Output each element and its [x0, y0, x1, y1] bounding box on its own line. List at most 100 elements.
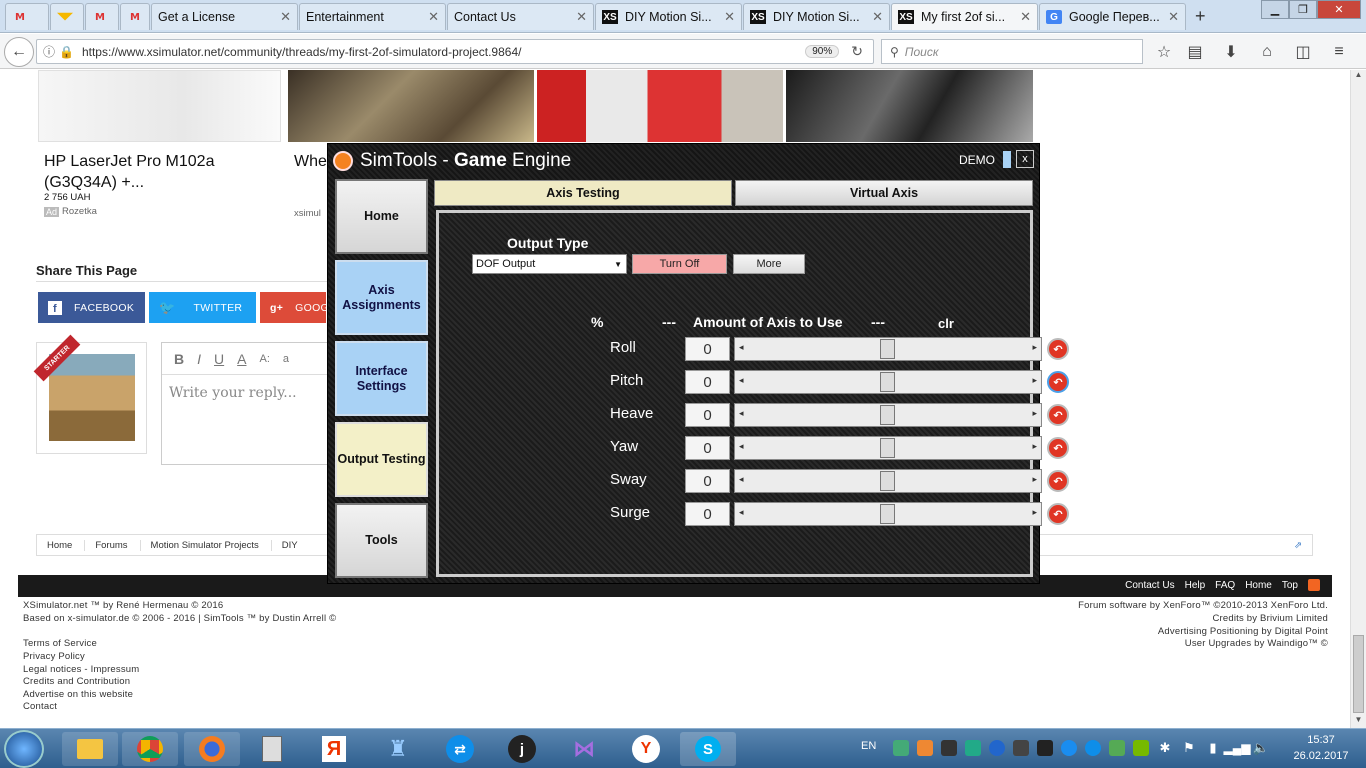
slider-thumb[interactable] [880, 438, 895, 458]
close-tab-icon[interactable]: ✕ [280, 9, 291, 25]
italic-button[interactable]: I [197, 351, 201, 367]
footer-link-privacy[interactable]: Privacy Policy [23, 651, 85, 662]
external-link-icon[interactable]: ⇗ [1294, 540, 1302, 551]
slider-left-arrow-icon[interactable]: ◂ [739, 507, 744, 518]
google-share-button[interactable]: g+ GOOG [260, 292, 326, 323]
clear-axis-button[interactable]: ↶ [1047, 338, 1069, 360]
steam-icon[interactable] [1013, 740, 1029, 756]
home-icon[interactable]: ⌂ [1253, 40, 1281, 64]
start-button[interactable] [4, 730, 44, 768]
tab-gmail-3[interactable]: M [120, 3, 150, 30]
footer-digital-point[interactable]: Advertising Positioning by Digital Point [1158, 626, 1328, 637]
footer-home-link[interactable]: Home [1245, 580, 1272, 591]
product-image-printer[interactable] [38, 70, 281, 142]
tray-app-icon[interactable] [989, 740, 1005, 756]
font-size-button[interactable]: A: [259, 353, 269, 365]
breadcrumb-home[interactable]: Home [37, 539, 86, 551]
app-j-icon[interactable]: j [494, 732, 550, 766]
product-title[interactable]: HP LaserJet Pro M102a (G3Q34A) +... [44, 151, 274, 193]
product-title[interactable]: Whe [294, 151, 327, 172]
minimize-button[interactable]: ▁ [1261, 0, 1289, 19]
close-tab-icon[interactable]: ✕ [576, 9, 587, 25]
firefox-icon[interactable] [184, 732, 240, 766]
slider-thumb[interactable] [880, 339, 895, 359]
footer-faq-link[interactable]: FAQ [1215, 580, 1235, 591]
calculator-icon[interactable] [244, 732, 300, 766]
footer-link-legal[interactable]: Legal notices - Impressum [23, 664, 139, 675]
clear-axis-button[interactable]: ↶ [1047, 503, 1069, 525]
clear-axis-button[interactable]: ↶ [1047, 404, 1069, 426]
new-tab-button[interactable]: + [1195, 6, 1206, 27]
product-image-cockpit[interactable] [537, 70, 783, 142]
slider-left-arrow-icon[interactable]: ◂ [739, 474, 744, 485]
close-window-button[interactable]: ✕ [1317, 0, 1361, 19]
axis-percent-field[interactable]: 0 [685, 502, 730, 526]
scroll-up-arrow[interactable]: ▲ [1352, 70, 1365, 83]
footer-help-link[interactable]: Help [1185, 580, 1206, 591]
slider-right-arrow-icon[interactable]: ▸ [1032, 375, 1037, 386]
sim-nav-interface-settings[interactable]: Interface Settings [335, 341, 428, 416]
avatar[interactable] [49, 354, 135, 441]
tab-google-translate[interactable]: G Google Перев... ✕ [1039, 3, 1186, 30]
breadcrumb-forums[interactable]: Forums [85, 539, 141, 551]
tab-diy-motion-1[interactable]: XS DIY Motion Si... ✕ [595, 3, 742, 30]
teamviewer-icon[interactable]: ⇄ [432, 732, 488, 766]
nvidia-icon[interactable] [1133, 740, 1149, 756]
tray-app-icon[interactable] [941, 740, 957, 756]
axis-percent-field[interactable]: 0 [685, 469, 730, 493]
sim-close-button[interactable]: x [1016, 150, 1034, 168]
tab-diy-motion-2[interactable]: XS DIY Motion Si... ✕ [743, 3, 890, 30]
chrome-icon[interactable] [122, 732, 178, 766]
product-image-mechanism[interactable] [786, 70, 1033, 142]
slider-thumb[interactable] [880, 504, 895, 524]
yandex-browser-icon[interactable]: Y [618, 732, 674, 766]
slider-thumb[interactable] [880, 471, 895, 491]
skype-icon[interactable]: S [680, 732, 736, 766]
clock-date[interactable]: 26.02.2017 [1291, 750, 1351, 762]
bluetooth-icon[interactable]: ✱ [1157, 740, 1173, 756]
tray-app-icon[interactable] [917, 740, 933, 756]
footer-top-link[interactable]: Top [1282, 580, 1298, 591]
facebook-share-button[interactable]: f FACEBOOK [38, 292, 145, 323]
footer-contact-link[interactable]: Contact Us [1125, 580, 1174, 591]
clear-axis-button[interactable]: ↶ [1047, 371, 1069, 393]
scrollbar-thumb[interactable] [1353, 635, 1364, 713]
footer-link-credits[interactable]: Credits and Contribution [23, 676, 130, 687]
sim-nav-tools[interactable]: Tools [335, 503, 428, 578]
footer-link-contact[interactable]: Contact [23, 701, 57, 712]
info-icon[interactable]: ⓘ [43, 43, 55, 60]
slider-right-arrow-icon[interactable]: ▸ [1032, 408, 1037, 419]
address-bar[interactable]: ⓘ 🔒 https://www.xsimulator.net/community… [36, 39, 874, 64]
tab-contact-us[interactable]: Contact Us ✕ [447, 3, 594, 30]
close-tab-icon[interactable]: ✕ [428, 9, 439, 25]
underline-button[interactable]: U [214, 351, 224, 367]
footer-link-terms[interactable]: Terms of Service [23, 638, 97, 649]
breadcrumb-projects[interactable]: Motion Simulator Projects [141, 539, 272, 551]
tab-my-first-2of[interactable]: XS My first 2of si... ✕ [891, 3, 1038, 30]
axis-percent-field[interactable]: 0 [685, 436, 730, 460]
sim-nav-axis-assignments[interactable]: Axis Assignments [335, 260, 428, 335]
tab-gmail-2[interactable]: M [85, 3, 119, 30]
footer-link-advertise[interactable]: Advertise on this website [23, 689, 133, 700]
tab-mail[interactable] [50, 3, 84, 30]
axis-slider[interactable]: ◂ ▸ [734, 403, 1042, 427]
clear-axis-button[interactable]: ↶ [1047, 470, 1069, 492]
axis-slider[interactable]: ◂ ▸ [734, 502, 1042, 526]
volume-icon[interactable]: 🔈 [1253, 740, 1269, 756]
twitter-share-button[interactable]: 🐦 TWITTER [149, 292, 256, 323]
clock-time[interactable]: 15:37 [1291, 734, 1351, 746]
teamviewer-tray-icon[interactable] [1085, 740, 1101, 756]
zoom-badge[interactable]: 90% [805, 45, 840, 58]
scroll-down-arrow[interactable]: ▼ [1352, 715, 1365, 728]
output-type-select[interactable]: DOF Output ▼ [472, 254, 627, 274]
tab-entertainment[interactable]: Entertainment ✕ [299, 3, 446, 30]
visual-studio-icon[interactable]: ⋈ [556, 732, 612, 766]
tray-app-icon[interactable] [1109, 740, 1125, 756]
breadcrumb-diy[interactable]: DIY [272, 540, 310, 551]
download-icon[interactable]: ⬇ [1217, 40, 1245, 64]
tab-gmail-1[interactable]: M [5, 3, 49, 30]
slider-left-arrow-icon[interactable]: ◂ [739, 441, 744, 452]
sim-nav-output-testing[interactable]: Output Testing [335, 422, 428, 497]
font-family-button[interactable]: a [283, 353, 289, 365]
more-button[interactable]: More [733, 254, 805, 274]
